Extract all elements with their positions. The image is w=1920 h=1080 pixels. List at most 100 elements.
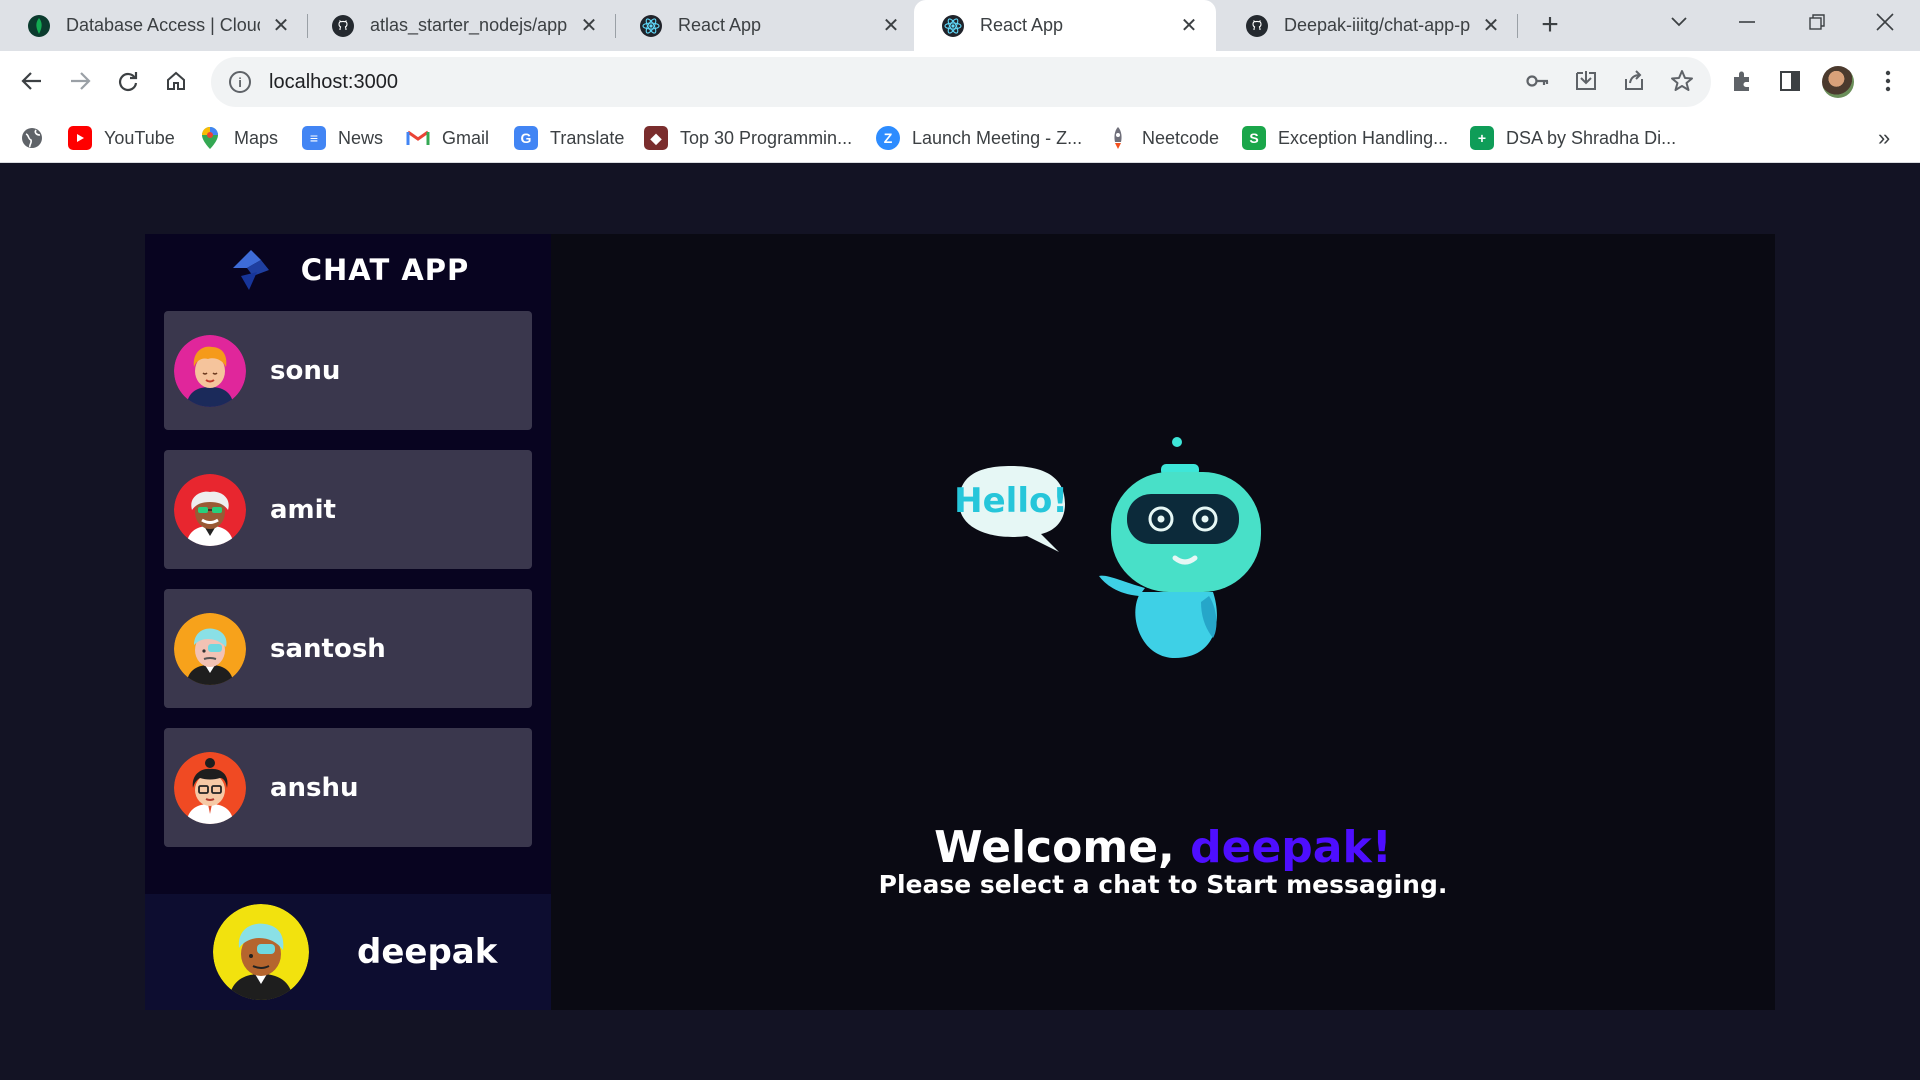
current-user-name: deepak — [357, 932, 498, 972]
tab-title: React App — [980, 15, 1064, 35]
extensions-icon[interactable] — [1724, 63, 1760, 99]
react-icon — [942, 14, 964, 37]
bookmark-translate[interactable]: G Translate — [514, 121, 624, 155]
contact-item[interactable]: amit — [164, 450, 532, 569]
bookmark-exception-handling[interactable]: S Exception Handling... — [1242, 121, 1448, 155]
address-bar[interactable]: i localhost:3000 — [211, 57, 1711, 107]
url-text: localhost:3000 — [269, 70, 398, 93]
current-user-panel: deepak — [145, 894, 551, 1010]
tab-chat-app-repo[interactable]: Deepak-iiitg/chat-app-pr ✕ — [1218, 0, 1518, 51]
close-icon[interactable]: ✕ — [1478, 13, 1504, 39]
bookmark-youtube[interactable]: YouTube — [68, 121, 175, 155]
bookmark-site-icon: ◆ — [644, 126, 668, 150]
welcome-subtitle: Please select a chat to Start messaging. — [878, 870, 1448, 899]
close-icon[interactable]: ✕ — [576, 13, 602, 39]
contact-item[interactable]: anshu — [164, 728, 532, 847]
arrow-left-icon — [21, 72, 41, 90]
welcome-panel: Hello! Welcome, deepak! Please select a … — [551, 234, 1775, 1010]
profile-avatar[interactable] — [1822, 66, 1854, 98]
bookmark-dsa[interactable]: + DSA by Shradha Di... — [1470, 121, 1676, 155]
tab-database-access[interactable]: Database Access | Cloud: M ✕ — [0, 0, 308, 51]
forward-button[interactable] — [62, 63, 98, 99]
bookmarks-bar: YouTube Maps ≡ News Gmail G Translate ◆ … — [0, 113, 1920, 163]
reload-button[interactable] — [110, 63, 146, 99]
tab-title: Database Access | Cloud: M — [66, 15, 260, 35]
avatar — [174, 334, 246, 407]
avatar — [174, 612, 246, 685]
key-icon[interactable] — [1520, 63, 1556, 99]
chat-app-page: CHAT APP sonu amit santosh anshu deepak … — [0, 164, 1920, 1080]
tab-title: Deepak-iiitg/chat-app-pr — [1284, 15, 1470, 35]
minimize-icon — [1739, 21, 1755, 23]
tab-atlas-starter[interactable]: atlas_starter_nodejs/app.js ✕ — [304, 0, 616, 51]
bookmark-label: Translate — [550, 127, 625, 148]
close-icon — [1876, 13, 1894, 31]
chevron-down-icon — [1671, 17, 1687, 27]
brand-header: CHAT APP — [145, 234, 551, 306]
globe-icon — [22, 128, 42, 148]
install-icon[interactable] — [1568, 63, 1604, 99]
restore-button[interactable] — [1782, 0, 1852, 44]
reload-icon — [118, 72, 138, 92]
maps-pin-icon — [198, 126, 222, 150]
contact-name: amit — [270, 494, 336, 525]
new-tab-button[interactable]: + — [1534, 8, 1566, 41]
bookmark-label: Top 30 Programmin... — [680, 127, 853, 148]
tab-react-app-1[interactable]: React App ✕ — [612, 0, 918, 51]
contact-item[interactable]: santosh — [164, 589, 532, 708]
close-icon[interactable]: ✕ — [1176, 13, 1202, 39]
bookmark-gmail[interactable]: Gmail — [406, 121, 489, 155]
tab-search-button[interactable] — [1644, 0, 1714, 44]
rocket-icon — [1106, 126, 1130, 150]
contact-name: sonu — [270, 355, 341, 386]
restore-icon — [1809, 14, 1825, 30]
share-icon[interactable] — [1616, 63, 1652, 99]
minimize-button[interactable] — [1712, 0, 1782, 44]
close-window-button[interactable] — [1850, 0, 1920, 44]
chat-container: CHAT APP sonu amit santosh anshu deepak … — [145, 234, 1775, 1010]
robot-mascot-illustration: Hello! — [954, 437, 1261, 658]
apps-globe-button[interactable] — [20, 121, 44, 155]
bookmark-news[interactable]: ≡ News — [302, 121, 383, 155]
browser-toolbar: i localhost:3000 — [0, 51, 1920, 113]
bookmark-neetcode[interactable]: Neetcode — [1106, 121, 1219, 155]
close-icon[interactable]: ✕ — [878, 13, 904, 39]
bookmark-maps[interactable]: Maps — [198, 121, 278, 155]
bookmark-label: Exception Handling... — [1278, 127, 1449, 148]
youtube-icon — [68, 126, 92, 150]
logo-icon — [232, 250, 269, 290]
tab-react-app-active[interactable]: React App ✕ — [914, 0, 1216, 51]
bookmarks-overflow-button[interactable]: » — [1878, 121, 1890, 155]
react-icon — [640, 14, 662, 37]
github-icon — [332, 14, 354, 37]
contact-item[interactable]: sonu — [164, 311, 532, 430]
contacts-sidebar: CHAT APP sonu amit santosh anshu deepak — [145, 234, 551, 1010]
home-button[interactable] — [158, 63, 194, 99]
bookmark-zoom[interactable]: Z Launch Meeting - Z... — [876, 121, 1082, 155]
mongodb-leaf-icon — [28, 14, 50, 37]
back-button[interactable] — [14, 63, 50, 99]
site-info-icon[interactable]: i — [229, 71, 251, 93]
s-icon: S — [1242, 126, 1266, 150]
welcome-heading: Welcome, deepak! — [551, 822, 1775, 873]
avatar — [174, 751, 246, 824]
star-icon[interactable] — [1664, 63, 1700, 99]
welcome-greeting: Welcome, — [934, 822, 1175, 873]
avatar — [213, 904, 309, 1000]
hello-bubble-text: Hello! — [954, 481, 1068, 521]
zoom-icon: Z — [876, 126, 900, 150]
side-panel-icon[interactable] — [1772, 63, 1808, 99]
close-icon[interactable]: ✕ — [268, 13, 294, 39]
tab-title: atlas_starter_nodejs/app.js — [370, 15, 568, 35]
bookmark-label: DSA by Shradha Di... — [1506, 127, 1677, 148]
arrow-right-icon — [71, 72, 91, 90]
bookmark-top-30[interactable]: ◆ Top 30 Programmin... — [644, 121, 852, 155]
sheets-icon: + — [1470, 126, 1494, 150]
bookmark-label: News — [338, 127, 384, 148]
bookmark-label: Neetcode — [1142, 127, 1220, 148]
menu-kebab-icon[interactable] — [1870, 63, 1906, 99]
bookmark-label: Maps — [234, 127, 279, 148]
translate-icon: G — [514, 126, 538, 150]
home-icon — [167, 71, 185, 90]
tab-title: React App — [678, 15, 762, 35]
